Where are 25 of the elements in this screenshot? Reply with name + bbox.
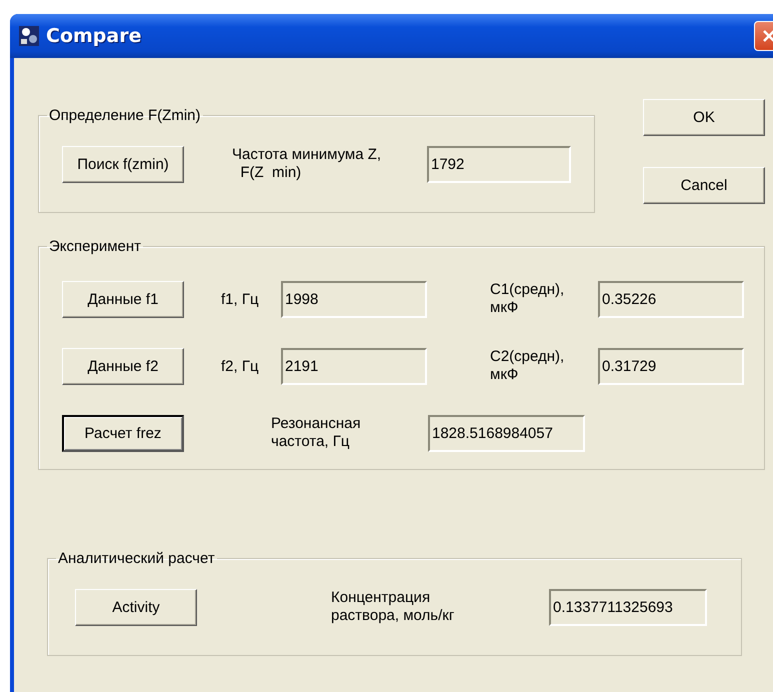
value-field[interactable]: 1792 (427, 146, 571, 183)
group-title: Аналитический расчет (57, 550, 216, 567)
value-field[interactable]: 1998 (281, 281, 427, 318)
push-button[interactable]: Cancel (643, 167, 765, 204)
field-label: f2, Гц (221, 357, 260, 377)
group-title: Определение F(Zmin) (48, 107, 202, 124)
field-label: Частота минимума Z, F(Z min) (232, 146, 382, 182)
field-label: C2(средн), мкФ (490, 348, 566, 384)
push-button[interactable]: Данные f2 (62, 348, 184, 385)
field-label: Резонансная частота, Гц (271, 415, 362, 451)
push-button[interactable]: Данные f1 (62, 281, 184, 318)
value-field[interactable]: 0.31729 (598, 348, 744, 385)
value-field[interactable]: 0.35226 (598, 281, 744, 318)
field-label: C1(средн), мкФ (490, 281, 566, 317)
push-button[interactable]: OK (643, 99, 765, 136)
window-title: Compare (46, 25, 142, 47)
value-field[interactable]: 1828.5168984057 (428, 415, 585, 452)
push-button[interactable]: Activity (75, 589, 197, 626)
group-title: Эксперимент (48, 238, 142, 255)
value-field[interactable]: 0.1337711325693 (549, 589, 707, 626)
value-field[interactable]: 2191 (281, 348, 427, 385)
field-label: f1, Гц (221, 290, 260, 310)
field-label: Концентрация раствора, моль/кг (331, 589, 456, 625)
push-button[interactable]: Расчет frez (62, 415, 184, 452)
push-button[interactable]: Поиск f(zmin) (62, 146, 184, 183)
